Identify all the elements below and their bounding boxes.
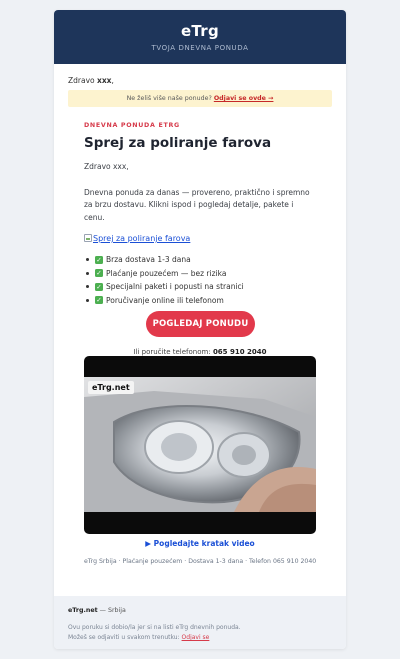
offer-content: DNEVNA PONUDA ETRG Sprej za poliranje fa… (84, 122, 316, 307)
checkmark-icon: ✓ (95, 282, 103, 291)
broken-image-icon (84, 234, 92, 242)
video-logo: eTrg.net (88, 381, 134, 394)
footer-unsub-text: Možeš se odjaviti u svakom trenutku: (68, 634, 180, 641)
unsubscribe-notice-text: Ne želiš više naše ponude? (126, 95, 212, 102)
list-item: ✓ Brza dostava 1-3 dana (84, 253, 316, 267)
bullet-icon (86, 271, 89, 275)
product-image-alt: Sprej za poliranje farova (93, 234, 191, 243)
footer-note: Ovu poruku si dobio/la jer si na listi e… (68, 624, 241, 631)
footer-brand-line: eTrg.net — Srbija (68, 607, 332, 614)
phone-order-line: Ili poručite telefonom: 065 910 2040 (54, 348, 346, 356)
bullet-icon (86, 285, 89, 289)
offer-title: Sprej za poliranje farova (84, 135, 272, 151)
product-image-link[interactable]: Sprej za poliranje farova (84, 233, 316, 244)
video-frame (84, 377, 316, 512)
footer-notice: Ovu poruku si dobio/la jer si na listi e… (68, 623, 332, 643)
view-offer-button[interactable]: POGLEDAJ PONUDU (146, 311, 255, 337)
watch-video-link[interactable]: ▶ Pogledajte kratak video (54, 539, 346, 548)
phone-prefix: Ili poručite telefonom: (133, 348, 211, 356)
list-item: ✓ Poručivanje online ili telefonom (84, 294, 316, 308)
offer-kicker: DNEVNA PONUDA ETRG (84, 122, 180, 129)
unsubscribe-notice: Ne želiš više naše ponude? Odjavi se ovd… (68, 90, 332, 107)
email-card: eTrg TVOJA DNEVNA PONUDA Zdravo xxx, Ne … (54, 10, 346, 649)
offer-intro: Dnevna ponuda za danas — provereno, prak… (84, 187, 310, 222)
offer-greeting: Zdravo xxx, (84, 162, 129, 171)
info-line: eTrg Srbija · Plaćanje pouzećem · Dostav… (84, 558, 317, 565)
list-item: ✓ Plaćanje pouzećem — bez rizika (84, 267, 316, 281)
list-item: ✓ Specijalni paketi i popusti na stranici (84, 280, 316, 294)
checkmark-icon: ✓ (95, 269, 103, 278)
footer-unsubscribe-line: Možeš se odjaviti u svakom trenutku: Odj… (68, 633, 332, 643)
email-header: eTrg TVOJA DNEVNA PONUDA (54, 10, 346, 64)
footer-unsubscribe-link[interactable]: Odjavi se (182, 634, 210, 641)
video-thumbnail[interactable]: eTrg.net (84, 356, 316, 534)
feature-text: Poručivanje online ili telefonom (106, 295, 224, 305)
headlight-image (84, 377, 316, 512)
unsubscribe-link[interactable]: Odjavi se ovde → (214, 95, 274, 102)
greeting-suffix: , (111, 76, 114, 85)
feature-text: Plaćanje pouzećem — bez rizika (106, 268, 227, 278)
header-tagline: TVOJA DNEVNA PONUDA (151, 44, 249, 52)
footer-country: — Srbija (97, 607, 126, 614)
checkmark-icon: ✓ (95, 296, 103, 305)
feature-text: Brza dostava 1-3 dana (106, 255, 191, 264)
phone-number: 065 910 2040 (212, 348, 267, 356)
feature-text: Specijalni paketi i popusti na stranici (106, 282, 244, 291)
feature-list: ✓ Brza dostava 1-3 dana ✓ Plaćanje pouzeće… (84, 253, 316, 307)
top-greeting: Zdravo xxx, (68, 76, 114, 85)
bullet-icon (86, 258, 89, 262)
email-footer: eTrg.net — Srbija Ovu poruku si dobio/la… (54, 596, 346, 649)
bullet-icon (86, 298, 89, 302)
greeting-prefix: Zdravo (68, 76, 97, 85)
greeting-name: xxx (97, 76, 112, 85)
footer-brand: eTrg.net (68, 607, 98, 614)
checkmark-icon: ✓ (95, 255, 103, 264)
brand-title: eTrg (180, 22, 220, 40)
